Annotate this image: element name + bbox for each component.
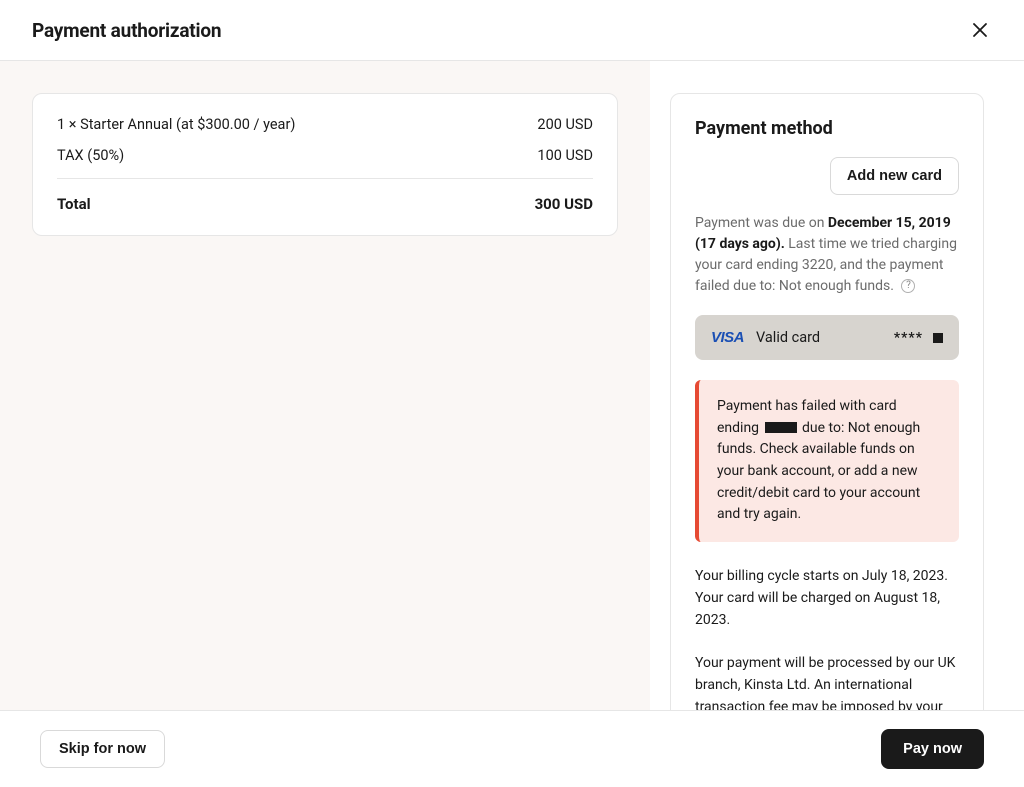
payment-due-text: Payment was due on December 15, 2019 (17… [695, 213, 959, 297]
payment-error-alert: Payment has failed with card ending due … [695, 380, 959, 542]
payment-panel: Payment method Add new card Payment was … [650, 61, 1024, 710]
payment-method-heading: Payment method [695, 118, 959, 139]
card-mask-stars: **** [894, 330, 923, 346]
tax-amount: 100 USD [537, 147, 593, 164]
billing-cycle-text: Your billing cycle starts on July 18, 20… [695, 566, 959, 631]
add-card-row: Add new card [695, 157, 959, 195]
line-item-label: 1 × Starter Annual (at $300.00 / year) [57, 116, 295, 133]
total-amount: 300 USD [535, 195, 593, 213]
visa-icon: VISA [711, 329, 744, 346]
add-new-card-button[interactable]: Add new card [830, 157, 959, 195]
redacted-block-icon [933, 333, 943, 343]
due-prefix: Payment was due on [695, 215, 828, 231]
card-label: Valid card [756, 329, 882, 346]
summary-line-item: 1 × Starter Annual (at $300.00 / year) 2… [57, 116, 593, 133]
redacted-card-ending [765, 422, 797, 433]
close-icon [972, 22, 988, 38]
saved-card-row[interactable]: VISA Valid card **** [695, 315, 959, 360]
payment-method-card: Payment method Add new card Payment was … [670, 93, 984, 765]
summary-tax: TAX (50%) 100 USD [57, 147, 593, 164]
tax-label: TAX (50%) [57, 147, 124, 164]
dialog-footer: Skip for now Pay now [0, 710, 1024, 787]
pay-now-button[interactable]: Pay now [881, 729, 984, 769]
dialog-content: 1 × Starter Annual (at $300.00 / year) 2… [0, 61, 1024, 710]
total-label: Total [57, 195, 91, 213]
summary-panel: 1 × Starter Annual (at $300.00 / year) 2… [0, 61, 650, 710]
summary-divider [57, 178, 593, 179]
help-icon[interactable]: ? [901, 279, 915, 293]
summary-total: Total 300 USD [57, 195, 593, 213]
dialog-title: Payment authorization [32, 19, 221, 42]
skip-button[interactable]: Skip for now [40, 730, 165, 768]
order-summary-card: 1 × Starter Annual (at $300.00 / year) 2… [32, 93, 618, 236]
dialog-header: Payment authorization [0, 0, 1024, 61]
close-button[interactable] [968, 18, 992, 42]
line-item-amount: 200 USD [537, 116, 593, 133]
card-mask: **** [894, 330, 943, 346]
